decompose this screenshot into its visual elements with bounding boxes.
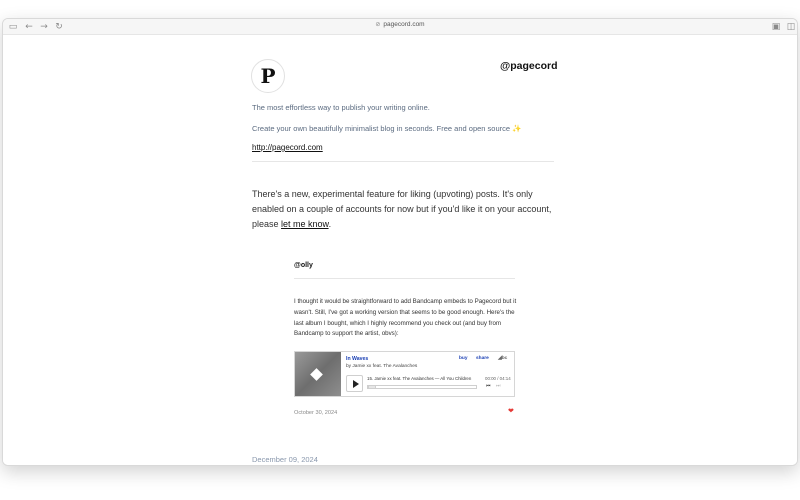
progress-knob[interactable] [368, 385, 376, 389]
previous-track-icon[interactable]: ⏮ [486, 383, 491, 389]
bandcamp-logo[interactable]: ◢bc [498, 356, 507, 361]
tagline-primary: The most effortless way to publish your … [252, 103, 430, 112]
reader-icon[interactable]: ▣ [771, 22, 781, 32]
post-date[interactable]: December 09, 2024 [252, 455, 318, 464]
progress-bar[interactable] [367, 385, 477, 389]
browser-window: ▭ ← → ↻ ⊘ pagecord.com ▣ ◫ P @pagecord Th… [2, 18, 798, 466]
lock-icon: ⊘ [375, 21, 381, 28]
embed-divider [294, 278, 515, 279]
track-time: 00:00 / 04:14 [485, 376, 511, 381]
embed-body: I thought it would be straightforward to… [294, 298, 517, 338]
bandcamp-player: In Waves by Jamie xx feat. The Avalanche… [294, 351, 515, 397]
site-link[interactable]: http://pagecord.com [252, 143, 323, 152]
post-intro-end: . [328, 219, 332, 229]
album-title[interactable]: In Waves [346, 356, 368, 362]
split-view-icon[interactable]: ◫ [786, 22, 796, 32]
page-content: P @pagecord The most effortless way to p… [3, 35, 797, 465]
embed-date[interactable]: October 30, 2024 [294, 410, 337, 416]
tagline-secondary: Create your own beautifully minimalist b… [252, 124, 522, 133]
cover-art-shape [310, 368, 323, 381]
post-intro: There's a new, experimental feature for … [252, 187, 562, 232]
avatar[interactable]: P [251, 59, 285, 93]
url-text: pagecord.com [383, 21, 425, 28]
embed-author[interactable]: @olly [294, 262, 313, 269]
address-bar[interactable]: ⊘ pagecord.com [3, 21, 797, 28]
track-title: 15. Jamie xx feat. The Avalanches — All … [367, 376, 472, 381]
album-cover[interactable] [295, 352, 341, 396]
next-track-icon[interactable]: ⏭ [496, 383, 501, 389]
buy-link[interactable]: buy [459, 356, 468, 361]
avatar-letter: P [260, 64, 276, 88]
profile-handle[interactable]: @pagecord [500, 60, 558, 72]
contact-link[interactable]: let me know [281, 219, 329, 229]
share-link[interactable]: share [476, 356, 489, 361]
album-artist: by Jamie xx feat. The Avalanches [346, 364, 418, 369]
heart-icon[interactable]: ❤ [508, 407, 514, 415]
play-button[interactable] [346, 375, 363, 392]
divider [252, 161, 554, 162]
browser-toolbar: ▭ ← → ↻ ⊘ pagecord.com ▣ ◫ [3, 19, 797, 35]
